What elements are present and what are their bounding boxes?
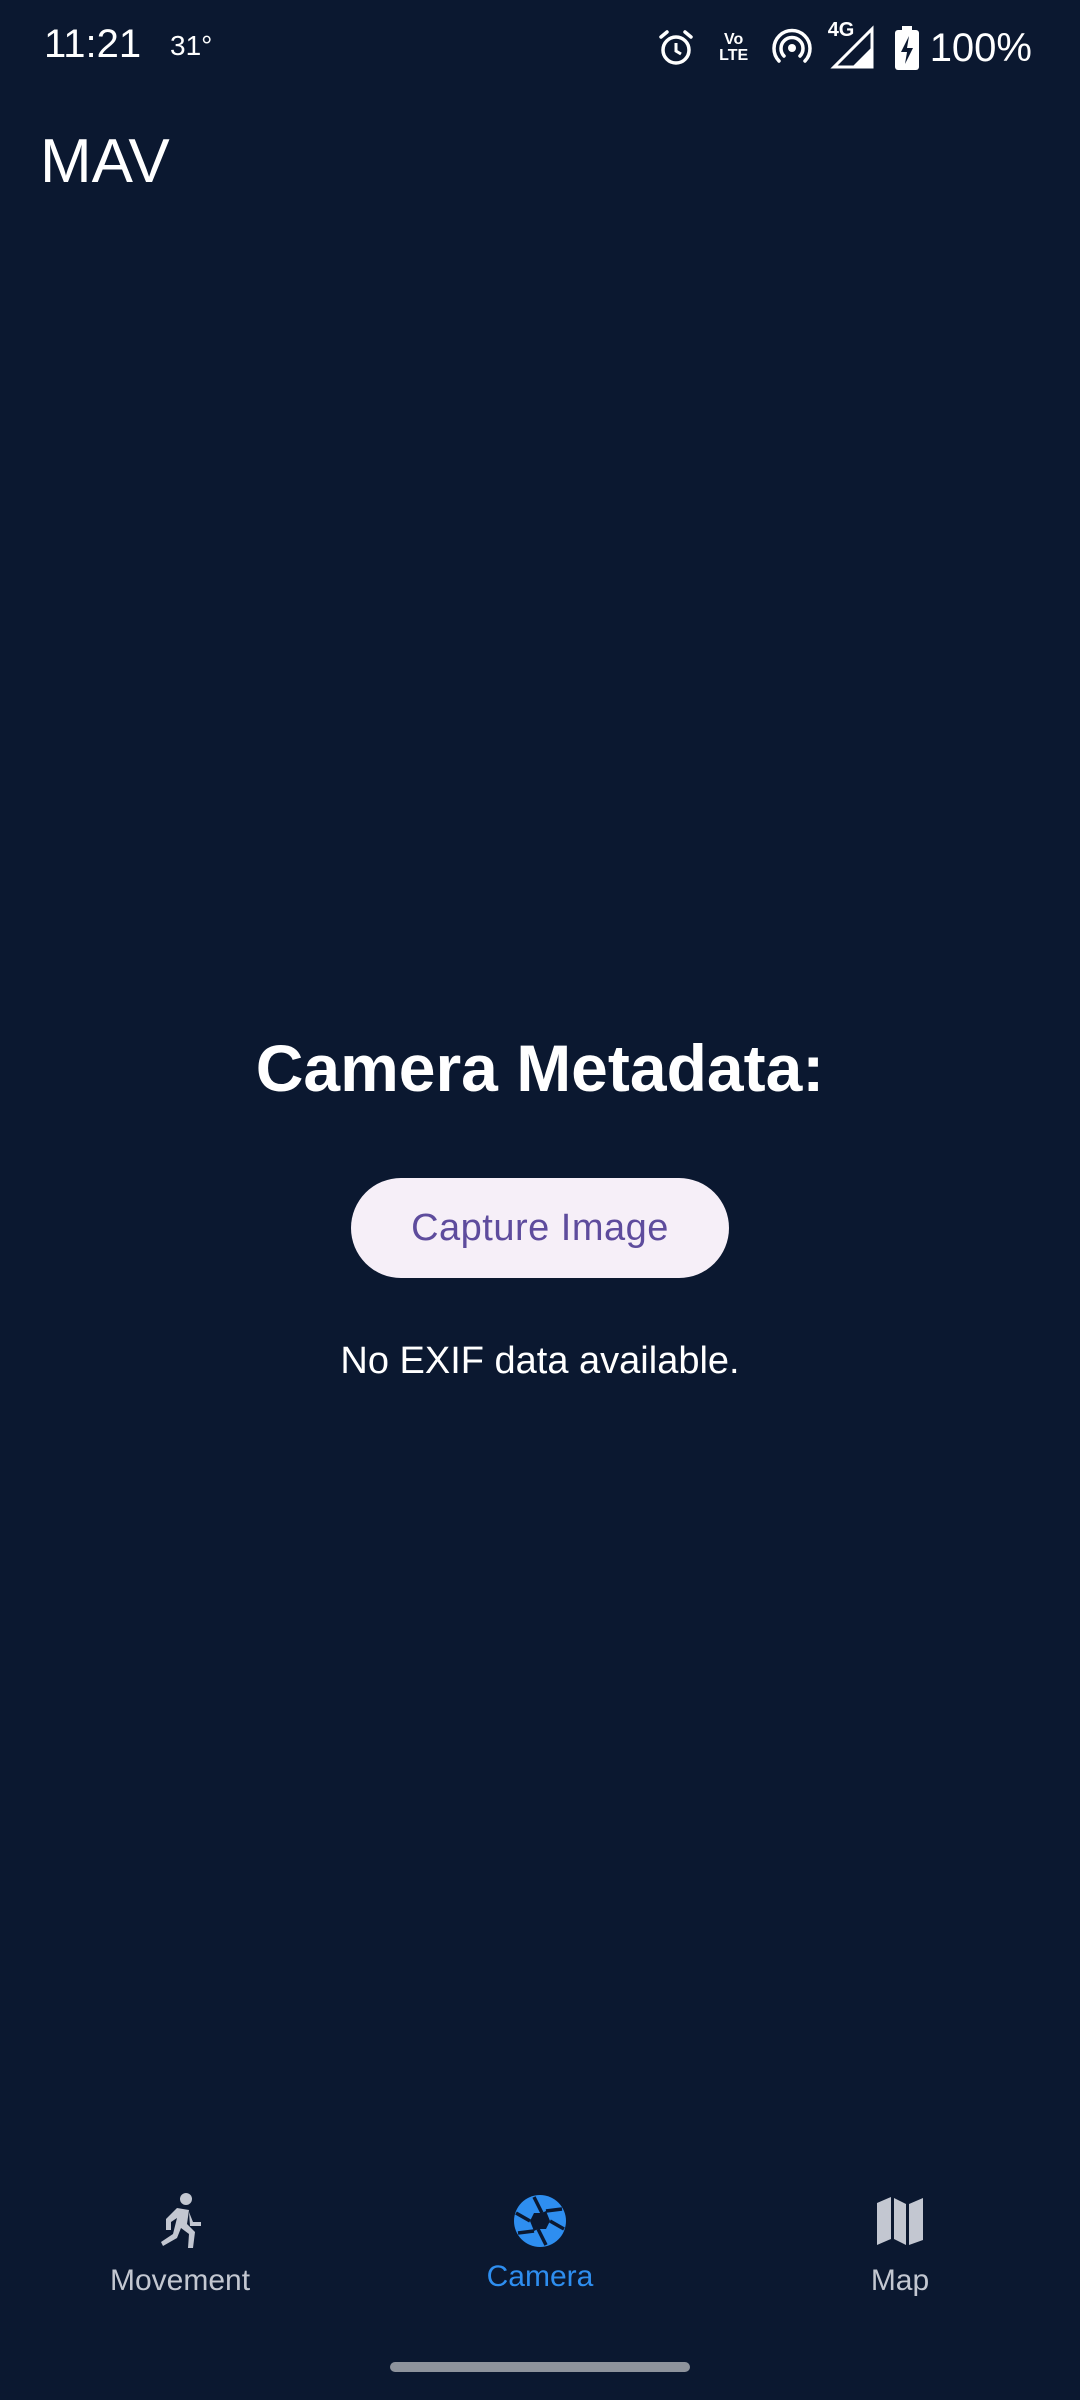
nav-item-movement[interactable]: Movement bbox=[0, 2190, 360, 2340]
capture-image-button[interactable]: Capture Image bbox=[351, 1178, 729, 1278]
nav-item-map[interactable]: Map bbox=[720, 2190, 1080, 2340]
volte-icon: Vo LTE bbox=[719, 31, 749, 64]
nav-label-camera: Camera bbox=[486, 2260, 594, 2293]
nav-label-movement: Movement bbox=[109, 2264, 251, 2297]
home-indicator[interactable] bbox=[390, 2362, 690, 2372]
camera-metadata-panel: Camera Metadata: Capture Image No EXIF d… bbox=[0, 1030, 1080, 1383]
network-type: 4G bbox=[827, 19, 855, 41]
status-icons: Vo LTE 4G 100% bbox=[656, 18, 1032, 78]
running-person-icon bbox=[153, 2190, 207, 2252]
hotspot-icon bbox=[771, 28, 812, 68]
nav-label-map: Map bbox=[870, 2264, 930, 2297]
exif-status-text: No EXIF data available. bbox=[340, 1340, 740, 1382]
camera-shutter-icon bbox=[512, 2190, 568, 2252]
app-title: MAV bbox=[40, 127, 170, 196]
battery-percentage: 100% bbox=[929, 25, 1032, 70]
status-temperature: 31° bbox=[170, 30, 213, 61]
map-icon bbox=[875, 2190, 925, 2252]
status-time: 11:21 bbox=[44, 22, 142, 66]
app-screen: 11:21 31° Vo LTE 4G 100% MAV Camera Meta… bbox=[0, 0, 1080, 2400]
nav-item-camera[interactable]: Camera bbox=[360, 2190, 720, 2340]
battery-charging-icon bbox=[894, 26, 920, 70]
signal-icon: 4G bbox=[828, 19, 876, 71]
alarm-icon bbox=[656, 28, 696, 68]
bottom-navigation: Movement Camera Map bbox=[0, 2190, 1080, 2340]
status-bar: 11:21 31° Vo LTE 4G 100% bbox=[0, 0, 1080, 96]
section-title: Camera Metadata: bbox=[255, 1031, 825, 1105]
